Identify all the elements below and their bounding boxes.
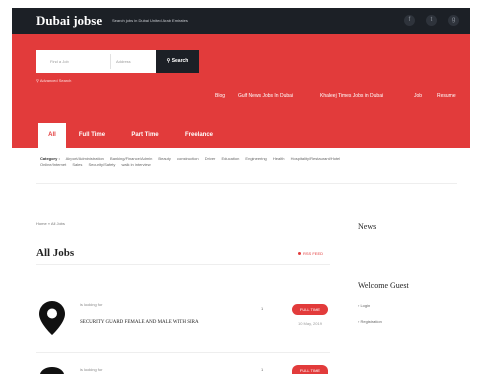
company-looking-for: is looking for xyxy=(80,367,103,372)
nav-gulf-news[interactable]: Gulf News Jobs In Dubai xyxy=(238,93,293,99)
category-item[interactable]: Airport/Administration xyxy=(66,156,104,161)
search-divider xyxy=(110,54,111,69)
category-item[interactable]: Sales xyxy=(72,162,82,167)
sidebar-welcome-title: Welcome Guest xyxy=(358,281,409,290)
nav-khaleej-times[interactable]: Khaleej Times Jobs in Dubai xyxy=(320,93,383,99)
category-item[interactable]: Hospitality/Restaurant/Hotel xyxy=(291,156,341,161)
category-item[interactable]: Engineering xyxy=(245,156,266,161)
nav-blog[interactable]: Blog xyxy=(215,93,225,99)
rss-icon xyxy=(298,252,301,256)
location-input[interactable]: Address xyxy=(116,59,131,64)
rss-label: RSS FEED xyxy=(303,251,324,256)
registration-link[interactable]: › Registration xyxy=(358,319,382,324)
category-item[interactable]: Driver xyxy=(205,156,216,161)
category-item[interactable]: Online/Internet xyxy=(40,162,66,167)
company-looking-for: is looking for xyxy=(80,302,103,307)
job-title-link[interactable]: SECURITY GUARD FEMALE AND MALE WITH SIRA xyxy=(80,318,260,328)
location-pin-icon xyxy=(39,301,65,335)
location-pin-icon xyxy=(40,367,64,374)
tab-part-time[interactable]: Part Time xyxy=(124,123,166,148)
category-item[interactable]: Banking/Finance/Admin xyxy=(110,156,152,161)
page-title: All Jobs xyxy=(36,247,75,259)
job-type-badge[interactable]: FULL TIME xyxy=(292,304,328,315)
site-tagline: Search jobs in Dubai United Arab Emirate… xyxy=(112,18,188,23)
category-item[interactable]: walk in interview xyxy=(122,162,151,167)
job-count: 1 xyxy=(261,367,264,372)
job-date: 10 May, 2019 xyxy=(298,321,322,326)
category-item[interactable]: Security/Safety xyxy=(89,162,116,167)
twitter-icon[interactable]: t xyxy=(426,15,437,26)
nav-resume[interactable]: Resume xyxy=(437,93,456,99)
divider xyxy=(36,352,330,353)
category-item[interactable]: Beauty xyxy=(158,156,170,161)
job-count: 1 xyxy=(261,306,264,311)
category-item[interactable]: Health xyxy=(273,156,285,161)
search-button[interactable]: ⚲ Search xyxy=(156,50,199,73)
tab-full-time[interactable]: Full Time xyxy=(72,123,112,148)
tab-all[interactable]: All xyxy=(38,123,66,148)
login-link[interactable]: › Login xyxy=(358,303,370,308)
category-item[interactable]: Education xyxy=(222,156,240,161)
login-label: Login xyxy=(360,303,371,308)
advanced-search-label: Advanced Search xyxy=(39,78,72,83)
rss-feed-link[interactable]: RSS FEED xyxy=(298,251,323,256)
facebook-icon[interactable]: f xyxy=(404,15,415,26)
google-plus-icon[interactable]: g xyxy=(448,15,459,26)
search-button-label: Search xyxy=(171,58,189,64)
divider xyxy=(36,183,457,184)
tab-freelance[interactable]: Freelance xyxy=(178,123,220,148)
search-form: Find a Job Address xyxy=(36,50,156,73)
advanced-search-link[interactable]: ⚲ Advanced Search xyxy=(36,78,71,83)
category-list: Category : Airport/Administration Bankin… xyxy=(40,156,440,168)
category-label: Category : xyxy=(40,156,60,161)
category-item[interactable]: construction xyxy=(177,156,199,161)
nav-job[interactable]: Job xyxy=(414,93,422,99)
sidebar-news-title: News xyxy=(358,222,377,231)
divider xyxy=(36,264,330,265)
site-logo[interactable]: Dubai jobse xyxy=(36,13,102,29)
breadcrumb[interactable]: Home » All Jobs xyxy=(36,221,65,226)
job-type-badge[interactable]: FULL TIME xyxy=(292,365,328,374)
top-bar: Dubai jobse Search jobs in Dubai United … xyxy=(12,8,470,34)
registration-label: Registration xyxy=(360,319,382,324)
search-icon: ⚲ xyxy=(166,58,171,64)
keyword-input[interactable]: Find a Job xyxy=(50,59,69,64)
